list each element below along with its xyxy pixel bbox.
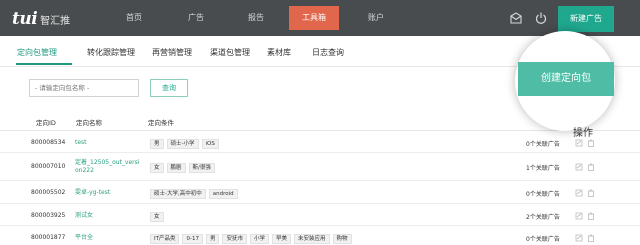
nav-report[interactable]: 报告 (236, 6, 276, 30)
linked-ads-count[interactable]: 0个关联广告 (526, 234, 560, 243)
condition-tag: 0-17 (182, 234, 203, 244)
table-row: 800001877 平台全 IT产品类 0-17 男 安抚市 小学 早美 未安装… (0, 226, 640, 245)
condition-tag: IT产品类 (150, 234, 180, 244)
delete-icon[interactable] (587, 163, 595, 171)
targeting-name-link[interactable]: test (75, 139, 145, 147)
message-icon[interactable] (509, 11, 523, 25)
linked-ads-count[interactable]: 1个关联广告 (526, 163, 560, 172)
column-header-id: 定向ID (36, 119, 56, 127)
condition-tags: 硕士-大学,高中初中 android (150, 189, 238, 199)
condition-tag: 硕士-小学 (166, 139, 199, 149)
tab-conversion-tracking[interactable]: 转化跟踪管理 (87, 47, 135, 58)
condition-tag: 小学 (250, 234, 270, 244)
column-header-name: 定向名称 (76, 119, 102, 127)
targeting-id: 800005502 (31, 189, 66, 196)
top-nav-bar: tui 智汇推 首页 广告 报告 工具箱 账户 新建广告 (0, 0, 640, 36)
condition-tag: 未安装应用 (294, 234, 330, 244)
edit-icon[interactable] (575, 163, 583, 171)
search-input[interactable] (29, 79, 139, 97)
targeting-name-link[interactable]: 平台全 (75, 234, 145, 242)
condition-tag: 女 (150, 212, 164, 222)
table-row: 800007010 定着_12505_out_version222 女 鹏剧 斯… (0, 153, 640, 181)
logo-mark: tui (12, 9, 38, 29)
edit-icon[interactable] (575, 139, 583, 147)
nav-ads[interactable]: 广告 (176, 6, 216, 30)
table-row: 800008534 test 男 硕士-小学 iOS 0个关联广告 (0, 131, 640, 153)
condition-tags: 女 鹏剧 斯/很强 (150, 163, 215, 173)
targeting-id: 800008534 (31, 139, 66, 146)
targeting-name-link[interactable]: 测试女 (75, 212, 145, 220)
tab-targeting-packages[interactable]: 定向包管理 (17, 47, 57, 58)
create-targeting-package-button[interactable]: 创建定向包 (518, 62, 614, 96)
tab-remarketing[interactable]: 再营销管理 (152, 47, 192, 58)
targeting-id: 800007010 (31, 163, 66, 170)
table-row: 800005502 雯卓-yg-test 硕士-大学,高中初中 android … (0, 181, 640, 204)
condition-tag: 男 (205, 234, 220, 244)
delete-icon[interactable] (587, 139, 595, 147)
delete-icon[interactable] (587, 212, 595, 220)
new-ad-button[interactable]: 新建广告 (558, 6, 614, 32)
linked-ads-count[interactable]: 2个关联广告 (526, 212, 560, 221)
targeting-id: 800001877 (31, 234, 66, 241)
column-header-operations: 操作 (573, 128, 593, 139)
nav-home[interactable]: 首页 (114, 6, 154, 30)
condition-tags: 女 (150, 212, 164, 222)
targeting-name-link[interactable]: 定着_12505_out_version222 (75, 159, 143, 175)
edit-icon[interactable] (575, 189, 583, 197)
condition-tag: 男 (150, 139, 164, 149)
condition-tag: 斯/很强 (188, 163, 215, 173)
tab-material-library[interactable]: 素材库 (267, 47, 291, 58)
condition-tag: android (208, 189, 238, 199)
condition-tag: iOS (201, 139, 219, 149)
search-button[interactable]: 查询 (150, 79, 188, 97)
condition-tag: 鹏剧 (166, 163, 186, 173)
condition-tags: 男 硕士-小学 iOS (150, 139, 219, 149)
condition-tag: 女 (150, 163, 164, 173)
brand-name: 智汇推 (40, 15, 71, 27)
condition-tags: IT产品类 0-17 男 安抚市 小学 早美 未安装应用 购物 (150, 234, 352, 244)
targeting-name-link[interactable]: 雯卓-yg-test (75, 189, 145, 197)
targeting-id: 800003925 (31, 212, 66, 219)
nav-account[interactable]: 账户 (356, 6, 396, 30)
delete-icon[interactable] (587, 234, 595, 242)
column-header-conditions: 定向条件 (148, 119, 174, 127)
logout-icon[interactable] (534, 11, 548, 25)
logo[interactable]: tui 智汇推 (12, 9, 70, 29)
condition-tag: 安抚市 (222, 234, 247, 244)
edit-icon[interactable] (575, 212, 583, 220)
nav-toolbox[interactable]: 工具箱 (289, 6, 339, 30)
tab-log-query[interactable]: 日志查询 (312, 47, 344, 58)
edit-icon[interactable] (575, 234, 583, 242)
condition-tag: 购物 (332, 234, 352, 244)
tab-channel-packages[interactable]: 渠道包管理 (210, 47, 250, 58)
linked-ads-count[interactable]: 0个关联广告 (526, 189, 560, 198)
condition-tag: 早美 (272, 234, 292, 244)
delete-icon[interactable] (587, 189, 595, 197)
linked-ads-count[interactable]: 0个关联广告 (526, 139, 560, 148)
active-tab-indicator (16, 63, 72, 65)
condition-tag: 硕士-大学,高中初中 (150, 189, 206, 199)
table-row: 800003925 测试女 女 2个关联广告 (0, 204, 640, 226)
